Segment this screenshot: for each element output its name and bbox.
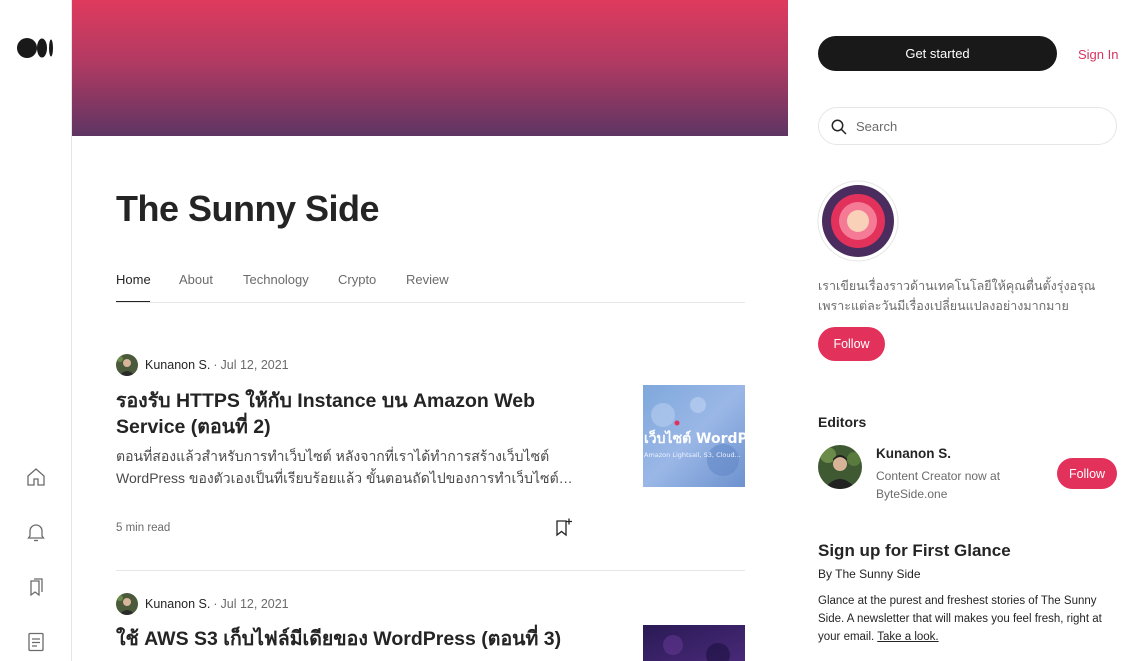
editor-name[interactable]: Kunanon S. (876, 446, 951, 461)
tab-home[interactable]: Home (116, 272, 151, 287)
tab-review[interactable]: Review (406, 272, 449, 287)
publication-logo[interactable] (817, 180, 899, 262)
tab-technology[interactable]: Technology (243, 272, 309, 287)
post-excerpt[interactable]: ตอนที่สองแล้วสำหรับการทำเว็บไซต์ หลังจาก… (116, 445, 586, 489)
active-tab-indicator (116, 301, 150, 302)
author-avatar[interactable] (116, 354, 138, 376)
meta-separator: · (213, 358, 218, 372)
bookmark-add-icon[interactable] (555, 517, 573, 537)
publication-nav: Home About Technology Crypto Review (116, 268, 745, 303)
lists-icon[interactable] (24, 575, 48, 599)
post-divider (116, 570, 745, 571)
post-thumbnail[interactable] (643, 625, 745, 661)
left-rail (0, 0, 72, 661)
thumbnail-title: เว็บไซต์ WordP (644, 429, 745, 447)
stories-icon[interactable] (24, 630, 48, 654)
follow-editor-button[interactable]: Follow (1057, 458, 1117, 489)
newsletter-byline: By The Sunny Side (818, 567, 921, 581)
notifications-icon[interactable] (24, 520, 48, 544)
publication-description: เราเขียนเรื่องราวด้านเทคโนโลยีให้คุณตื่น… (818, 279, 1096, 313)
publication-header-banner (72, 0, 788, 136)
thumbnail-subtitle: Amazon Lightsail, S3, Cloud... (644, 451, 741, 459)
newsletter-description: Glance at the purest and freshest storie… (818, 592, 1118, 646)
search-icon (831, 119, 847, 135)
publication-title: The Sunny Side (116, 188, 380, 229)
newsletter-link[interactable]: Take a look. (877, 631, 938, 643)
post-meta: Kunanon S. · Jul 12, 2021 (116, 354, 289, 376)
post-meta: Kunanon S. · Jul 12, 2021 (116, 593, 289, 615)
post-date: Jul 12, 2021 (220, 597, 289, 611)
follow-publication-button[interactable]: Follow (818, 327, 885, 361)
author-avatar[interactable] (116, 593, 138, 615)
medium-logo[interactable] (17, 37, 55, 59)
post-title[interactable]: รองรับ HTTPS ให้กับ Instance บน Amazon W… (116, 388, 586, 440)
editors-heading: Editors (818, 414, 867, 430)
author-name[interactable]: Kunanon S. (145, 358, 210, 372)
home-icon[interactable] (24, 465, 48, 489)
read-time: 5 min read (116, 522, 171, 534)
sign-in-link[interactable]: Sign In (1078, 47, 1118, 62)
meta-separator: · (213, 597, 218, 611)
post-date: Jul 12, 2021 (220, 358, 289, 372)
newsletter-description-text: Glance at the purest and freshest storie… (818, 595, 1102, 643)
main-content: The Sunny Side Home About Technology Cry… (72, 0, 788, 661)
post-thumbnail[interactable]: เว็บไซต์ WordP Amazon Lightsail, S3, Clo… (643, 385, 745, 487)
newsletter-heading: Sign up for First Glance (818, 541, 1011, 560)
get-started-button[interactable]: Get started (818, 36, 1057, 71)
right-sidebar: Get started Sign In Search เราเขียนเรื่อ… (789, 0, 1146, 661)
search-placeholder: Search (856, 119, 898, 134)
search-input[interactable]: Search (818, 107, 1117, 145)
author-name[interactable]: Kunanon S. (145, 597, 210, 611)
editor-bio: Content Creator now at ByteSide.one (876, 469, 1001, 501)
post-title[interactable]: ใช้ AWS S3 เก็บไฟล์มีเดียของ WordPress (… (116, 626, 616, 652)
tab-about[interactable]: About (179, 272, 213, 287)
tab-crypto[interactable]: Crypto (338, 272, 376, 287)
post-card[interactable]: Kunanon S. · Jul 12, 2021 รองรับ HTTPS ใ… (116, 354, 745, 554)
editor-avatar[interactable] (818, 445, 862, 489)
post-card[interactable]: Kunanon S. · Jul 12, 2021 ใช้ AWS S3 เก็… (116, 593, 745, 661)
